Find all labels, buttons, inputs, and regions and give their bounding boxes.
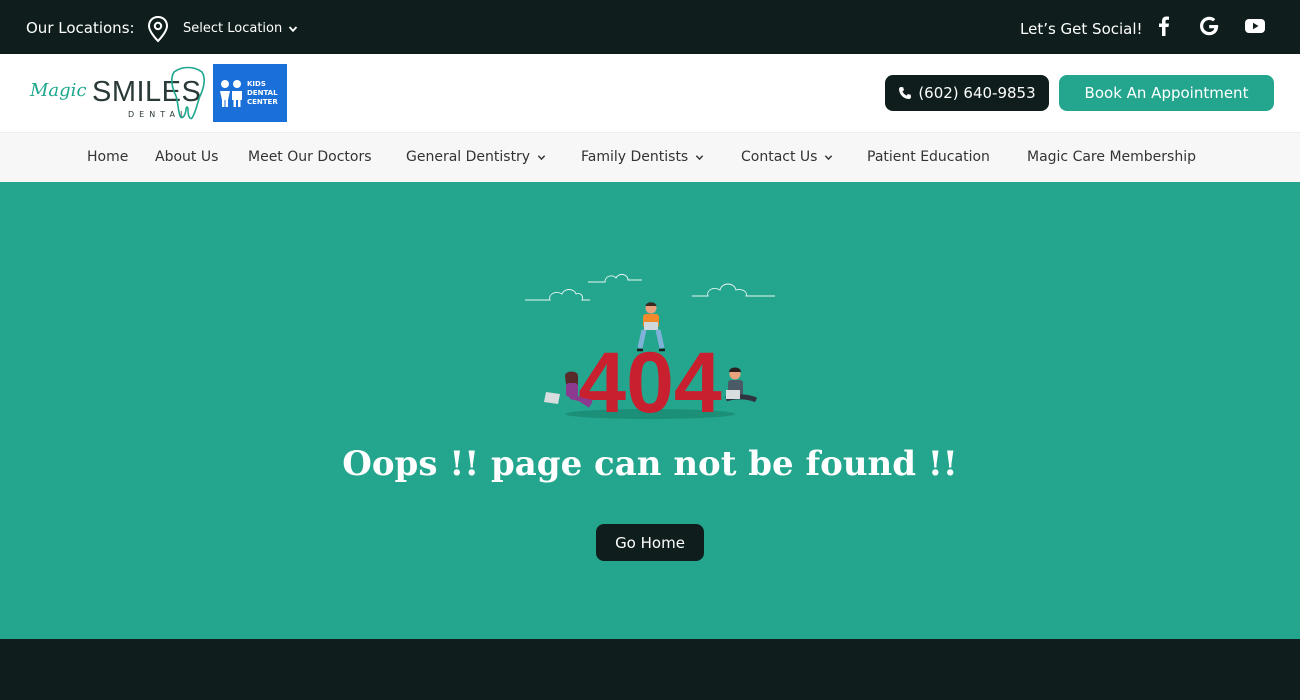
kids-dental-center-logo[interactable]: KIDS DENTAL CENTER (213, 64, 287, 122)
tooth-icon (171, 66, 205, 120)
chevron-down-icon (696, 154, 704, 160)
book-appointment-button[interactable]: Book An Appointment (1059, 75, 1274, 111)
magic-smiles-logo[interactable]: Magic SMILES DENTAL (30, 66, 205, 122)
site-header: Magic SMILES DENTAL KIDS DENTAL CENTER (… (0, 54, 1300, 132)
nav-item-magic-care-membership[interactable]: Magic Care Membership (1027, 149, 1196, 165)
cloud-icon (525, 273, 775, 301)
error-code: 404 (578, 335, 722, 426)
chevron-down-icon (825, 154, 833, 160)
social-label: Let’s Get Social! (1020, 20, 1143, 38)
kids-figures-icon (220, 80, 242, 107)
nav-item-label: Meet Our Doctors (248, 149, 372, 165)
location-select[interactable]: Select Location (183, 21, 298, 36)
nav-item-family-dentists[interactable]: Family Dentists (581, 149, 704, 165)
nav-item-label: Home (87, 149, 129, 165)
locations-label: Our Locations: (26, 19, 135, 37)
phone-icon (899, 87, 912, 99)
site-footer (0, 639, 1300, 700)
nav-item-general-dentistry[interactable]: General Dentistry (406, 149, 546, 165)
nav-item-label: General Dentistry (406, 149, 531, 165)
logo-script-text: Magic (30, 80, 87, 101)
google-icon[interactable] (1197, 14, 1221, 38)
error-message: Oops !! page can not be found !! (342, 444, 958, 484)
go-home-button[interactable]: Go Home (596, 524, 704, 561)
nav-item-label: Magic Care Membership (1027, 149, 1196, 165)
nav-item-label: Patient Education (867, 149, 990, 165)
error-section: 404 Oops !! page can not be found !! Go … (0, 182, 1300, 639)
phone-number: (602) 640-9853 (918, 84, 1036, 102)
chevron-down-icon (537, 154, 546, 160)
nav-item-label: Contact Us (741, 149, 818, 165)
nav-item-about-us[interactable]: About Us (155, 149, 218, 165)
nav-item-home[interactable]: Home (87, 149, 128, 165)
kids-badge-line: DENTAL (247, 89, 278, 97)
location-pin-icon (147, 15, 169, 43)
nav-item-label: Family Dentists (581, 149, 689, 165)
nav-item-meet-our-doctors[interactable]: Meet Our Doctors (248, 149, 372, 165)
nav-item-label: About Us (155, 149, 219, 165)
404-illustration: 404 (525, 273, 775, 426)
top-bar: Our Locations: Select Location Let’s Get… (0, 0, 1300, 54)
phone-button[interactable]: (602) 640-9853 (885, 75, 1049, 111)
main-nav: Home About Us Meet Our Doctors General D… (0, 132, 1300, 182)
person-right-icon (725, 367, 758, 403)
chevron-down-icon (289, 25, 298, 32)
youtube-icon[interactable] (1243, 14, 1267, 38)
kids-badge-line: CENTER (247, 98, 278, 106)
location-select-value: Select Location (183, 21, 283, 36)
nav-item-contact-us[interactable]: Contact Us (741, 149, 833, 165)
facebook-icon[interactable] (1152, 14, 1176, 38)
nav-item-patient-education[interactable]: Patient Education (867, 149, 990, 165)
kids-badge-line: KIDS (247, 80, 266, 88)
